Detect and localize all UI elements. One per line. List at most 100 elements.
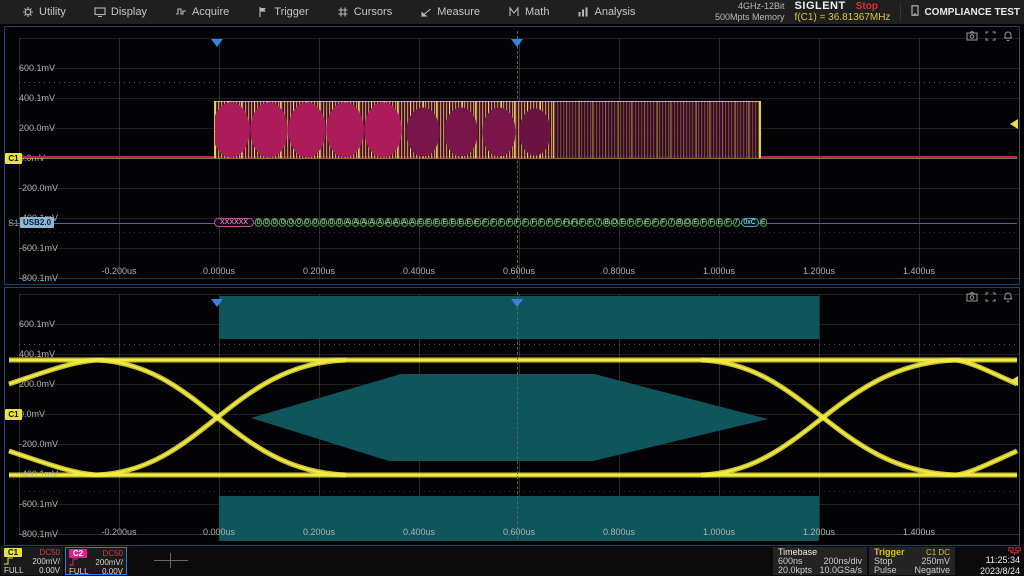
minor-tick-row: [19, 82, 1019, 83]
menu-item-trigger[interactable]: Trigger: [243, 0, 322, 24]
compliance-test-button[interactable]: COMPLIANCE TEST: [900, 3, 1020, 21]
c2-offset: 0.00V: [102, 567, 123, 576]
flag-icon: [257, 6, 269, 18]
y-axis-tick-label: 400.1mV: [19, 348, 55, 360]
oscilloscope-screen: UtilityDisplay Acquire Trigger CursorsMeasu…: [0, 0, 1024, 576]
trigger-type: Pulse: [874, 566, 897, 575]
decode-bubble: E: [417, 218, 424, 227]
trigger-position-marker[interactable]: [511, 299, 523, 307]
y-axis-tick-label: 0.0mV: [19, 152, 45, 164]
compliance-test-label: COMPLIANCE TEST: [924, 7, 1020, 18]
menu-item-acquire[interactable]: Acquire: [161, 0, 243, 24]
c1-channel-badge[interactable]: C1: [5, 409, 22, 420]
plot-toolbar: [966, 292, 1013, 302]
usb2-protocol-chip[interactable]: USB2.0: [20, 217, 54, 228]
timebase-box[interactable]: Timebase 600ns 200ns/div 20.0kpts 10.0GS…: [773, 547, 867, 575]
decode-bubble: F: [482, 218, 489, 227]
decode-bubble: FF: [563, 218, 570, 227]
channel-box-c1[interactable]: C1 DC50 200mV/ FULL 0.00V: [1, 547, 63, 575]
eye-diagram-plot[interactable]: 600.1mV400.1mV200.0mV0.0mV-200.0mV-400.1…: [4, 287, 1020, 546]
menu-item-label: Math: [525, 6, 549, 18]
decode-bubble: A: [368, 218, 375, 227]
x-axis-tick-label: 0.400us: [387, 265, 451, 277]
expand-icon[interactable]: [985, 292, 996, 302]
bell-icon[interactable]: [1003, 292, 1013, 302]
bell-icon[interactable]: [1003, 31, 1013, 41]
x-axis-tick-label: 0.200us: [287, 526, 351, 538]
decode-bubble: 0: [312, 218, 319, 227]
decode-bubble: A: [409, 218, 416, 227]
trigger-position-marker[interactable]: [511, 39, 523, 47]
x-axis-tick-label: 1.000us: [687, 265, 751, 277]
decode-bubble: XXXXXX: [214, 218, 254, 227]
minor-tick-row: [19, 232, 1019, 233]
decode-bubble: 0: [328, 218, 335, 227]
timebase-points: 20.0kpts: [778, 566, 812, 575]
trigger-level-marker[interactable]: [1010, 119, 1018, 129]
x-axis-tick-label: 0.400us: [387, 526, 451, 538]
decode-bubble: E: [474, 218, 481, 227]
decode-bubble: D: [611, 218, 618, 227]
menu-item-math[interactable]: Math: [494, 0, 563, 24]
decode-bubble: 7: [733, 218, 740, 227]
run-state-indicator: Stop: [856, 1, 878, 12]
c2-bandwidth: FULL: [69, 567, 89, 576]
decode-bubble: E: [760, 218, 767, 227]
waveform-grid: [19, 38, 1020, 279]
decode-bubble: B: [603, 218, 610, 227]
add-channel-button[interactable]: [152, 546, 192, 576]
x-axis-tick-label: -0.200us: [87, 265, 151, 277]
x-axis-tick-label: 0.800us: [587, 265, 651, 277]
decode-bubble: 0: [271, 218, 278, 227]
decode-bubble: E: [716, 218, 723, 227]
horizontal-reference-marker[interactable]: [211, 39, 223, 47]
menu-items: UtilityDisplay Acquire Trigger CursorsMeasu…: [0, 0, 649, 24]
menu-item-measure[interactable]: Measure: [406, 0, 494, 24]
c1-channel-badge[interactable]: C1: [5, 153, 22, 164]
acquisition-info: 4GHz-12Bit 500Mpts Memory: [715, 1, 785, 23]
analysis-icon: [577, 6, 589, 18]
menu-item-utility[interactable]: Utility: [8, 0, 80, 24]
decode-bubble: E: [644, 218, 651, 227]
decode-bubble: F: [708, 218, 715, 227]
menu-bar: UtilityDisplay Acquire Trigger CursorsMeasu…: [0, 0, 1024, 25]
decode-bubble: A: [401, 218, 408, 227]
decode-bubble: D: [684, 218, 691, 227]
decode-bubble: E: [433, 218, 440, 227]
expand-icon[interactable]: [985, 31, 996, 41]
menu-item-label: Acquire: [192, 6, 229, 18]
y-axis-tick-label: -200.0mV: [19, 182, 58, 194]
menu-item-analysis[interactable]: Analysis: [563, 0, 649, 24]
decode-bubble: F: [660, 218, 667, 227]
decode-bubble: F: [700, 218, 707, 227]
waveform-plot[interactable]: 600.1mV400.1mV200.0mV0.0mV-200.0mV-400.1…: [4, 26, 1020, 285]
decode-bubble: FF: [522, 218, 529, 227]
datetime-box: 11:25:34 2023/8/24: [958, 547, 1022, 575]
menu-item-cursors[interactable]: Cursors: [323, 0, 407, 24]
y-axis-tick-label: -800.1mV: [19, 272, 58, 284]
menu-item-display[interactable]: Display: [80, 0, 161, 24]
decode-bubble: F: [498, 218, 505, 227]
decode-bubble: A: [376, 218, 383, 227]
horizontal-reference-marker[interactable]: [211, 299, 223, 307]
c1-offset: 0.00V: [39, 566, 60, 575]
mask-eye-hexagon: [251, 374, 768, 461]
decode-bubble: E: [425, 218, 432, 227]
c1-scale: 200mV/: [32, 557, 60, 566]
channel-box-c2[interactable]: C2 DC50 200mV/ FULL 0.00V: [65, 547, 127, 575]
trigger-level-marker[interactable]: [1010, 376, 1018, 386]
trigger-box[interactable]: Trigger C1 DC Stop 250mV Pulse Negative: [869, 547, 955, 575]
camera-icon[interactable]: [966, 31, 978, 41]
frequency-readout: f(C1) = 36.81367MHz: [795, 12, 891, 23]
hash-icon: [337, 6, 349, 18]
decode-bubble: A: [352, 218, 359, 227]
decode-bubble: F: [506, 218, 513, 227]
camera-icon[interactable]: [966, 292, 978, 302]
menu-item-label: Trigger: [274, 6, 308, 18]
clock-date: 2023/8/24: [980, 566, 1020, 576]
trigger-slope: Negative: [914, 566, 950, 575]
x-axis-tick-label: 0.200us: [287, 265, 351, 277]
decode-bubble: F: [627, 218, 634, 227]
c2-edge-icon: [69, 558, 79, 568]
c1-bandwidth: FULL: [4, 566, 24, 575]
